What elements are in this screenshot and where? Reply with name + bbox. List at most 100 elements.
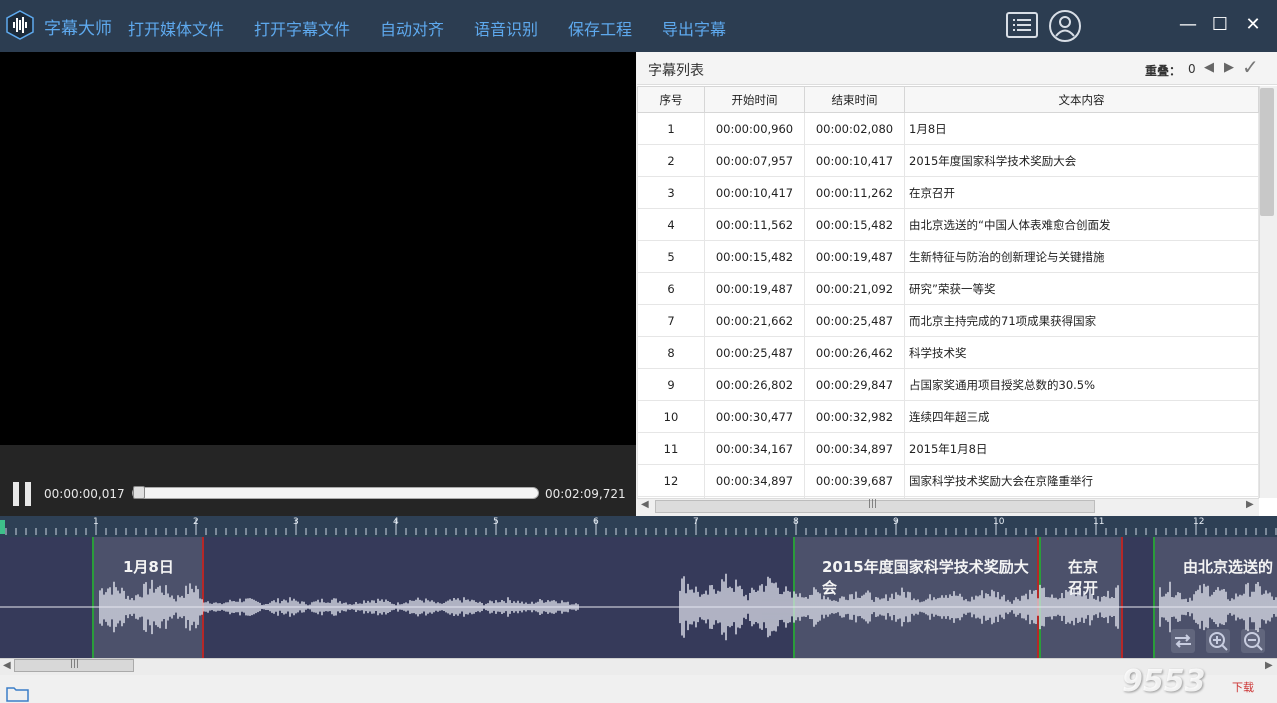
cell-index[interactable]: 5 xyxy=(637,240,705,273)
cell-end-time[interactable]: 00:00:15,482 xyxy=(804,208,905,241)
ruler-tick-label: 9 xyxy=(893,517,899,527)
column-header-index[interactable]: 序号 xyxy=(637,86,705,113)
cell-end-time[interactable]: 00:00:11,262 xyxy=(804,176,905,209)
column-header-end[interactable]: 结束时间 xyxy=(804,86,905,113)
cell-end-time[interactable]: 00:00:02,080 xyxy=(804,112,905,145)
scroll-left-icon[interactable]: ◀ xyxy=(3,660,11,671)
seek-handle[interactable] xyxy=(133,486,145,499)
cell-start-time[interactable]: 00:00:21,662 xyxy=(704,304,805,337)
cell-start-time[interactable]: 00:00:00,960 xyxy=(704,112,805,145)
cell-index[interactable]: 7 xyxy=(637,304,705,337)
menu-open-media[interactable]: 打开媒体文件 xyxy=(128,16,224,40)
cell-text[interactable]: 2015年1月8日 xyxy=(904,432,1259,465)
cell-start-time[interactable]: 00:00:34,167 xyxy=(704,432,805,465)
table-row[interactable]: 9 00:00:26,802 00:00:29,847 占国家奖通用项目授奖总数的30… xyxy=(637,368,1259,401)
table-row[interactable]: 3 00:00:10,417 00:00:11,262 在京召开 xyxy=(637,176,1259,209)
seek-bar[interactable] xyxy=(132,487,539,499)
zoom-in-icon[interactable] xyxy=(1205,628,1231,654)
cell-end-time[interactable]: 00:00:19,487 xyxy=(804,240,905,273)
cell-index[interactable]: 9 xyxy=(637,368,705,401)
cell-index[interactable]: 2 xyxy=(637,144,705,177)
cell-index[interactable]: 3 xyxy=(637,176,705,209)
cell-text[interactable]: 研究”荣获一等奖 xyxy=(904,272,1259,305)
next-overlap-icon[interactable]: ▶ xyxy=(1224,60,1234,75)
cell-end-time[interactable]: 00:00:39,687 xyxy=(804,464,905,497)
timeline-scrollbar[interactable] xyxy=(0,658,1277,676)
user-account-icon[interactable] xyxy=(1049,10,1081,42)
cell-end-time[interactable]: 00:00:25,487 xyxy=(804,304,905,337)
cell-index[interactable]: 11 xyxy=(637,432,705,465)
playhead-marker[interactable] xyxy=(0,520,5,534)
table-row[interactable]: 10 00:00:30,477 00:00:32,982 连续四年超三成 xyxy=(637,400,1259,433)
scroll-left-icon[interactable]: ◀ xyxy=(641,499,649,510)
close-icon[interactable]: ✕ xyxy=(1240,12,1266,38)
menu-export-subtitle[interactable]: 导出字幕 xyxy=(662,16,726,40)
cell-end-time[interactable]: 00:00:32,982 xyxy=(804,400,905,433)
table-row[interactable]: 1 00:00:00,960 00:00:02,080 1月8日 xyxy=(637,112,1259,145)
cell-index[interactable]: 4 xyxy=(637,208,705,241)
cell-start-time[interactable]: 00:00:30,477 xyxy=(704,400,805,433)
table-row[interactable]: 5 00:00:15,482 00:00:19,487 生新特征与防治的创新理论与关键… xyxy=(637,240,1259,273)
minimize-icon[interactable]: — xyxy=(1175,12,1201,38)
app-title: 字幕大师 xyxy=(44,19,112,39)
ruler-tick-label: 1 xyxy=(93,517,99,527)
cell-start-time[interactable]: 00:00:19,487 xyxy=(704,272,805,305)
vertical-scroll-thumb[interactable] xyxy=(1260,88,1274,216)
cell-end-time[interactable]: 00:00:29,847 xyxy=(804,368,905,401)
cell-text[interactable]: 生新特征与防治的创新理论与关键措施 xyxy=(904,240,1259,273)
cell-text[interactable]: 由北京选送的“中国人体表难愈合创面发 xyxy=(904,208,1259,241)
cell-end-time[interactable]: 00:00:34,897 xyxy=(804,432,905,465)
list-menu-icon[interactable] xyxy=(1006,12,1038,38)
column-header-start[interactable]: 开始时间 xyxy=(704,86,805,113)
cell-start-time[interactable]: 00:00:15,482 xyxy=(704,240,805,273)
cell-end-time[interactable]: 00:00:10,417 xyxy=(804,144,905,177)
cell-start-time[interactable]: 00:00:11,562 xyxy=(704,208,805,241)
pause-icon[interactable] xyxy=(13,482,33,506)
cell-text[interactable]: 而北京主持完成的71项成果获得国家 xyxy=(904,304,1259,337)
table-row[interactable]: 12 00:00:34,897 00:00:39,687 国家科学技术奖励大会在京隆重… xyxy=(637,464,1259,497)
cell-text[interactable]: 1月8日 xyxy=(904,112,1259,145)
scroll-right-icon[interactable]: ▶ xyxy=(1265,660,1273,671)
cell-text[interactable]: 国家科学技术奖励大会在京隆重举行 xyxy=(904,464,1259,497)
table-row[interactable]: 8 00:00:25,487 00:00:26,462 科学技术奖 xyxy=(637,336,1259,369)
cell-start-time[interactable]: 00:00:34,897 xyxy=(704,464,805,497)
maximize-icon[interactable]: ☐ xyxy=(1207,12,1233,38)
column-header-text[interactable]: 文本内容 xyxy=(904,86,1259,113)
loop-icon[interactable] xyxy=(1170,628,1196,654)
menu-open-subtitle[interactable]: 打开字幕文件 xyxy=(254,16,350,40)
cell-index[interactable]: 8 xyxy=(637,336,705,369)
table-row[interactable]: 7 00:00:21,662 00:00:25,487 而北京主持完成的71项成果获得… xyxy=(637,304,1259,337)
cell-text[interactable]: 连续四年超三成 xyxy=(904,400,1259,433)
menu-auto-align[interactable]: 自动对齐 xyxy=(380,16,444,40)
menu-save-project[interactable]: 保存工程 xyxy=(568,16,632,40)
time-ruler[interactable] xyxy=(0,516,1277,537)
cell-start-time[interactable]: 00:00:10,417 xyxy=(704,176,805,209)
cell-text[interactable]: 占国家奖通用项目授奖总数的30.5% xyxy=(904,368,1259,401)
check-icon[interactable]: ✓ xyxy=(1242,55,1259,79)
cell-text[interactable]: 2015年度国家科学技术奖励大会 xyxy=(904,144,1259,177)
ruler-tick-label: 5 xyxy=(493,517,499,527)
ruler-tick-label: 6 xyxy=(593,517,599,527)
cell-start-time[interactable]: 00:00:25,487 xyxy=(704,336,805,369)
cell-index[interactable]: 6 xyxy=(637,272,705,305)
cell-index[interactable]: 12 xyxy=(637,464,705,497)
cell-text[interactable]: 在京召开 xyxy=(904,176,1259,209)
zoom-out-icon[interactable] xyxy=(1240,628,1266,654)
menu-speech-recognition[interactable]: 语音识别 xyxy=(474,16,538,40)
table-row[interactable]: 6 00:00:19,487 00:00:21,092 研究”荣获一等奖 xyxy=(637,272,1259,305)
video-preview[interactable] xyxy=(0,52,636,445)
table-row[interactable]: 2 00:00:07,957 00:00:10,417 2015年度国家科学技术奖励大… xyxy=(637,144,1259,177)
folder-icon[interactable] xyxy=(6,684,30,702)
cell-start-time[interactable]: 00:00:07,957 xyxy=(704,144,805,177)
cell-start-time[interactable]: 00:00:26,802 xyxy=(704,368,805,401)
cell-end-time[interactable]: 00:00:21,092 xyxy=(804,272,905,305)
prev-overlap-icon[interactable]: ◀ xyxy=(1204,60,1214,75)
ruler-tick-label: 4 xyxy=(393,517,399,527)
cell-end-time[interactable]: 00:00:26,462 xyxy=(804,336,905,369)
scroll-right-icon[interactable]: ▶ xyxy=(1246,499,1254,510)
cell-text[interactable]: 科学技术奖 xyxy=(904,336,1259,369)
table-row[interactable]: 4 00:00:11,562 00:00:15,482 由北京选送的“中国人体表难愈合… xyxy=(637,208,1259,241)
cell-index[interactable]: 10 xyxy=(637,400,705,433)
table-row[interactable]: 11 00:00:34,167 00:00:34,897 2015年1月8日 xyxy=(637,432,1259,465)
cell-index[interactable]: 1 xyxy=(637,112,705,145)
